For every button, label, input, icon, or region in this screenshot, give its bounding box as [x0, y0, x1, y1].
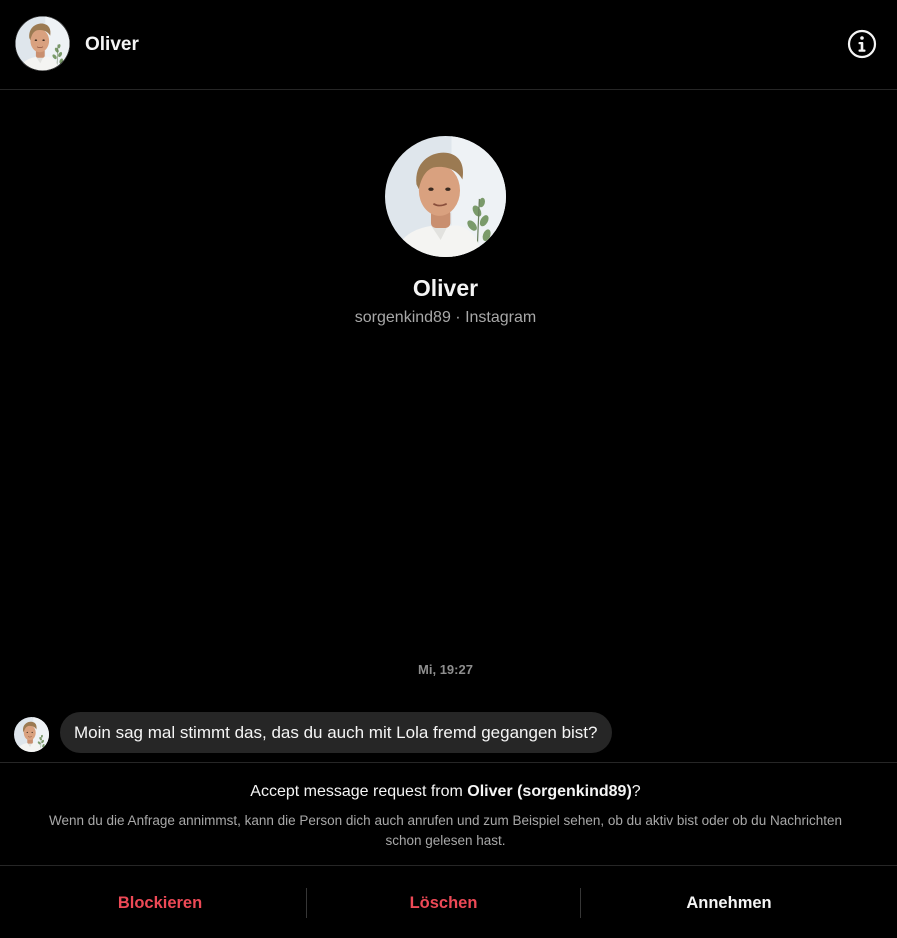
request-title: Accept message request from Oliver (sorg… — [0, 781, 891, 803]
accept-button[interactable]: Annehmen — [581, 866, 877, 938]
avatar[interactable] — [15, 16, 70, 71]
message-sender-avatar[interactable] — [14, 717, 49, 752]
request-title-name: Oliver (sorgenkind89) — [467, 783, 632, 800]
delete-button[interactable]: Löschen — [307, 866, 580, 938]
request-title-prefix: Accept message request from — [250, 783, 468, 800]
header-contact-name[interactable]: Oliver — [85, 33, 139, 57]
profile-avatar[interactable] — [385, 136, 506, 257]
request-title-suffix: ? — [631, 783, 641, 800]
message-bubble[interactable]: Moin sag mal stimmt das, das du auch mit… — [60, 712, 612, 753]
profile-username-platform: sorgenkind89 · Instagram — [354, 309, 537, 326]
block-button[interactable]: Blockieren — [15, 866, 305, 938]
request-description: Wenn du die Anfrage annimmst, kann die P… — [49, 813, 842, 848]
conversation-header: Oliver — [0, 0, 897, 90]
request-actions: Blockieren Löschen Annehmen — [0, 866, 897, 938]
message-request-window: Oliver Oliver sorgenkind89 · Instagram M… — [0, 0, 897, 938]
info-icon[interactable] — [846, 28, 878, 60]
profile-name: Oliver — [412, 275, 479, 301]
message-timestamp: Mi, 19:27 — [418, 662, 473, 677]
message-request-panel: Accept message request from Oliver (sorg… — [0, 762, 897, 866]
